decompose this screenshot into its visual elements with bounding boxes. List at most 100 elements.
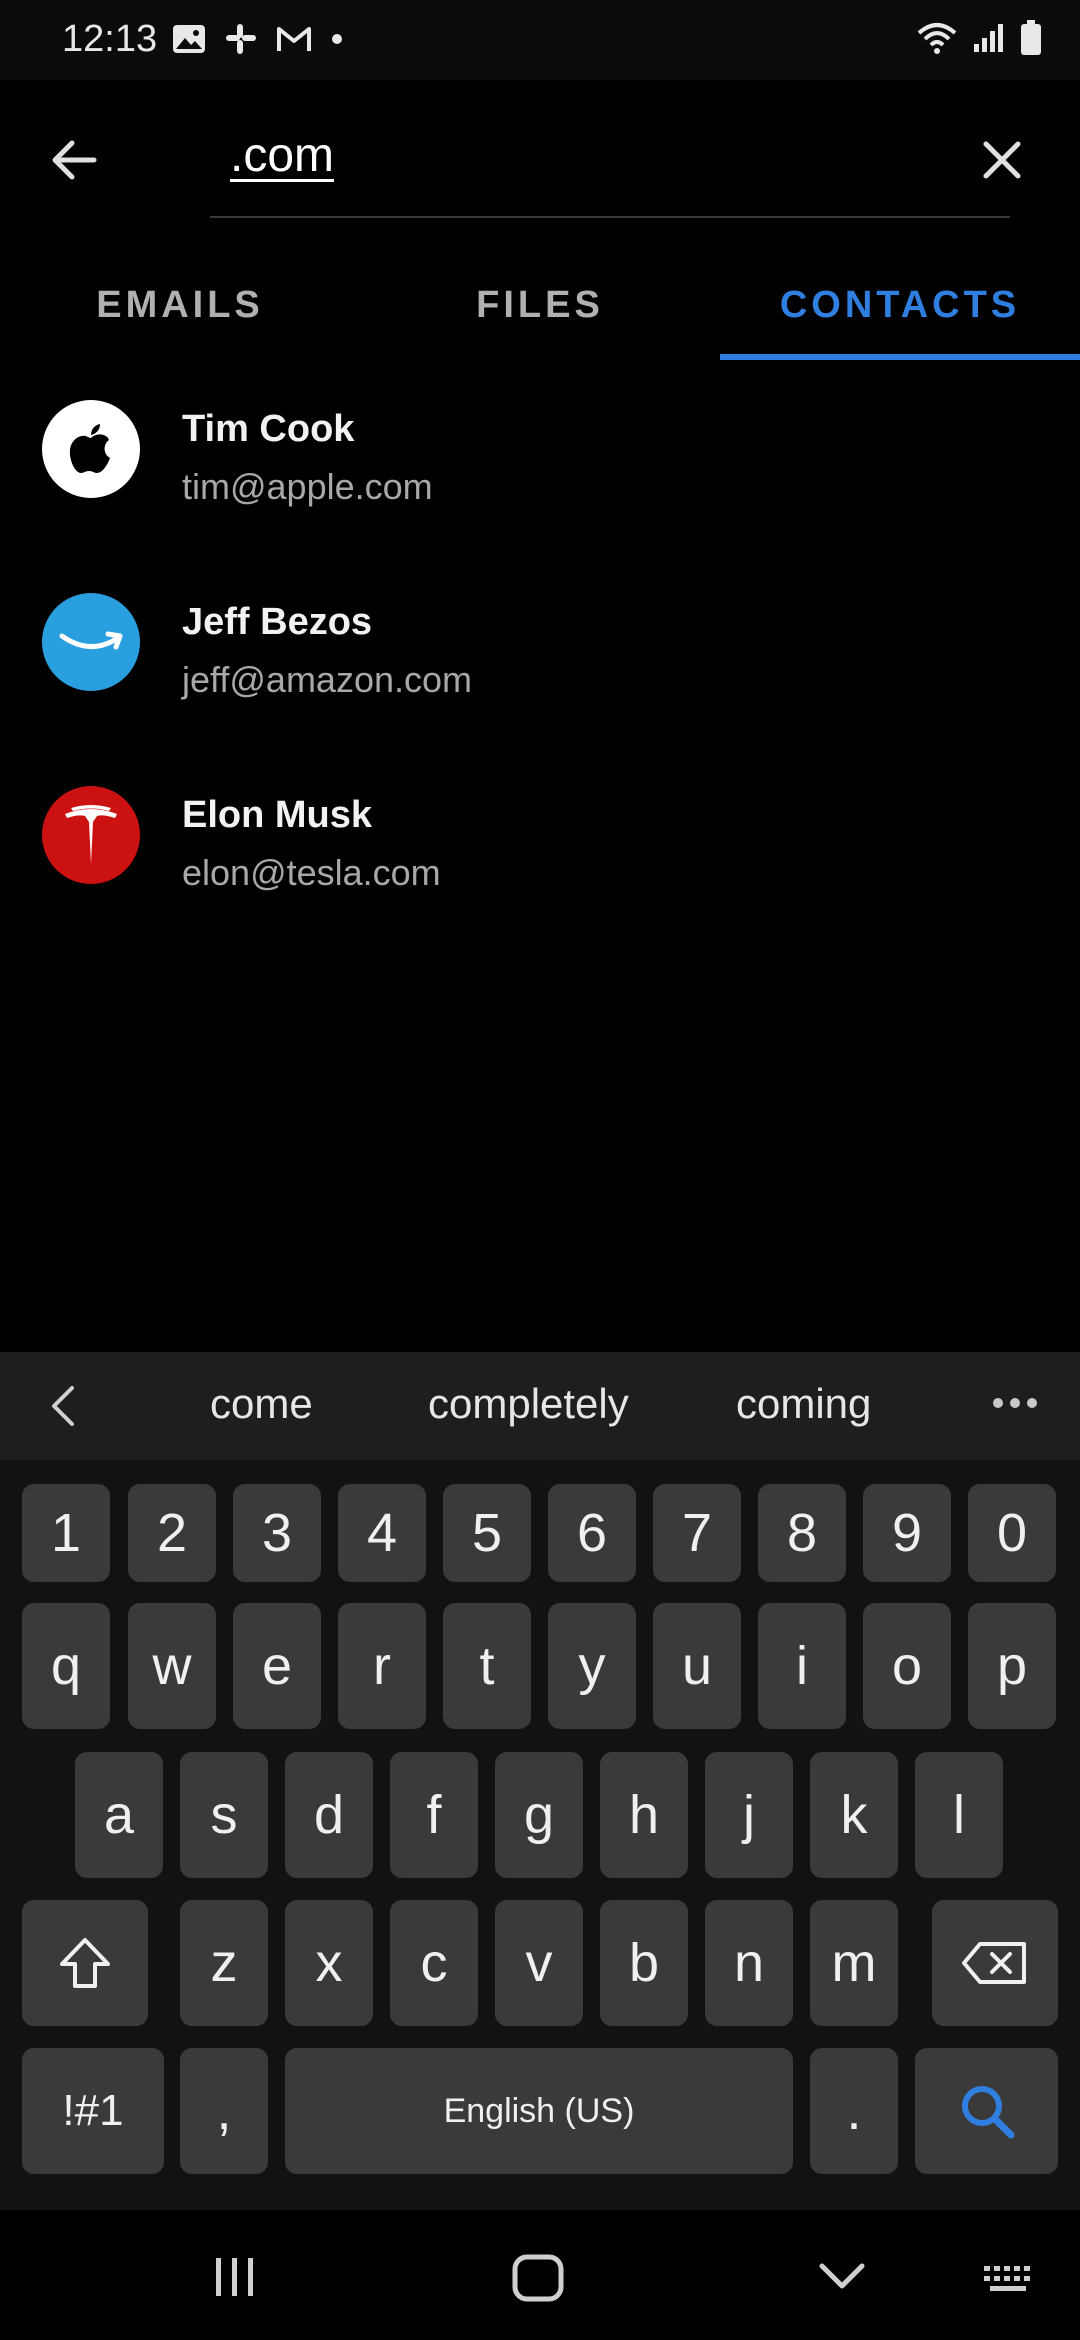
recent-apps-icon: [216, 2258, 253, 2296]
key-8[interactable]: 8: [758, 1484, 846, 1582]
arrow-left-icon: [52, 140, 97, 180]
back-button[interactable]: [46, 132, 102, 188]
key-6[interactable]: 6: [548, 1484, 636, 1582]
key-0[interactable]: 0: [968, 1484, 1056, 1582]
chevron-down-icon: [819, 2263, 865, 2289]
key-9[interactable]: 9: [863, 1484, 951, 1582]
key-c[interactable]: c: [390, 1900, 478, 2026]
key-p[interactable]: p: [968, 1603, 1056, 1729]
search-icon: [961, 2086, 1014, 2139]
slack-icon: [224, 22, 258, 56]
key-r[interactable]: r: [338, 1603, 426, 1729]
tab-contacts[interactable]: CONTACTS: [720, 250, 1080, 360]
signal-icon: [972, 22, 1006, 59]
key-n[interactable]: n: [705, 1900, 793, 2026]
home-icon: [512, 2254, 564, 2302]
recent-apps-button[interactable]: [212, 2256, 258, 2303]
key-f[interactable]: f: [390, 1752, 478, 1878]
avatar: [42, 400, 140, 498]
key-q[interactable]: q: [22, 1603, 110, 1729]
backspace-key[interactable]: [932, 1900, 1058, 2026]
key-4[interactable]: 4: [338, 1484, 426, 1582]
suggestion-bar: come completely coming: [0, 1352, 1080, 1460]
contact-email: tim@apple.com: [182, 466, 433, 507]
gmail-icon: [276, 25, 312, 53]
contact-name: Tim Cook: [182, 408, 355, 450]
key-y[interactable]: y: [548, 1603, 636, 1729]
key-d[interactable]: d: [285, 1752, 373, 1878]
status-bar: 12:13: [0, 0, 1080, 80]
system-icons: [916, 20, 1042, 61]
close-icon: [983, 141, 1021, 179]
key-k[interactable]: k: [810, 1752, 898, 1878]
key-v[interactable]: v: [495, 1900, 583, 2026]
key-3[interactable]: 3: [233, 1484, 321, 1582]
key-t[interactable]: t: [443, 1603, 531, 1729]
search-underline: [210, 216, 1010, 218]
suggestion-item[interactable]: come: [210, 1380, 313, 1428]
period-key[interactable]: .: [810, 2048, 898, 2174]
suggestion-item[interactable]: coming: [736, 1380, 871, 1428]
key-j[interactable]: j: [705, 1752, 793, 1878]
status-time: 12:13: [62, 18, 158, 60]
contact-email: elon@tesla.com: [182, 852, 441, 893]
apple-logo-icon: [69, 424, 110, 473]
hide-keyboard-button[interactable]: [818, 2262, 866, 2297]
key-b[interactable]: b: [600, 1900, 688, 2026]
wifi-icon: [916, 21, 958, 60]
more-horizontal-icon: [993, 1398, 1037, 1408]
avatar: [42, 593, 140, 691]
key-g[interactable]: g: [495, 1752, 583, 1878]
suggestion-item[interactable]: completely: [428, 1380, 629, 1428]
symbols-key[interactable]: !#1: [22, 2048, 164, 2174]
tab-emails[interactable]: EMAILS: [0, 250, 360, 360]
battery-icon: [1020, 20, 1042, 61]
key-7[interactable]: 7: [653, 1484, 741, 1582]
key-s[interactable]: s: [180, 1752, 268, 1878]
key-5[interactable]: 5: [443, 1484, 531, 1582]
key-1[interactable]: 1: [22, 1484, 110, 1582]
active-tab-indicator: [720, 354, 1080, 360]
key-2[interactable]: 2: [128, 1484, 216, 1582]
key-x[interactable]: x: [285, 1900, 373, 2026]
keyboard-switch-button[interactable]: [982, 2264, 1038, 2299]
chevron-left-icon: [52, 1386, 74, 1426]
amazon-smile-icon: [59, 631, 123, 650]
tab-files[interactable]: FILES: [360, 250, 720, 360]
space-key[interactable]: English (US): [285, 2048, 793, 2174]
contact-item[interactable]: Tim Cook tim@apple.com: [0, 386, 1080, 579]
shift-arrow-icon: [60, 1938, 110, 1988]
gallery-icon: [172, 24, 206, 54]
more-suggestions-button[interactable]: [992, 1396, 1038, 1408]
search-input[interactable]: .com: [230, 128, 334, 183]
suggestion-collapse-button[interactable]: [44, 1384, 84, 1428]
keyboard: 1 2 3 4 5 6 7 8 9 0 q w e r t y u i o p …: [0, 1460, 1080, 2210]
shift-key[interactable]: [22, 1900, 148, 2026]
contact-list: Tim Cook tim@apple.com Jeff Bezos jeff@a…: [0, 386, 1080, 965]
contact-item[interactable]: Elon Musk elon@tesla.com: [0, 772, 1080, 965]
search-key[interactable]: [915, 2048, 1058, 2174]
key-m[interactable]: m: [810, 1900, 898, 2026]
key-e[interactable]: e: [233, 1603, 321, 1729]
key-l[interactable]: l: [915, 1752, 1003, 1878]
home-button[interactable]: [512, 2254, 564, 2307]
key-w[interactable]: w: [128, 1603, 216, 1729]
key-h[interactable]: h: [600, 1752, 688, 1878]
notification-icons: [172, 22, 344, 56]
clear-search-button[interactable]: [974, 132, 1030, 188]
key-i[interactable]: i: [758, 1603, 846, 1729]
contact-item[interactable]: Jeff Bezos jeff@amazon.com: [0, 579, 1080, 772]
more-notifications-dot-icon: [330, 32, 344, 46]
contact-name: Jeff Bezos: [182, 601, 373, 643]
keyboard-icon: [984, 2266, 1030, 2291]
key-z[interactable]: z: [180, 1900, 268, 2026]
key-u[interactable]: u: [653, 1603, 741, 1729]
contact-email: jeff@amazon.com: [182, 659, 473, 700]
search-header: .com: [0, 80, 1080, 220]
tesla-logo-icon: [65, 805, 117, 864]
comma-key[interactable]: ,: [180, 2048, 268, 2174]
result-tabs: EMAILS FILES CONTACTS: [0, 250, 1080, 360]
key-o[interactable]: o: [863, 1603, 951, 1729]
avatar: [42, 786, 140, 884]
key-a[interactable]: a: [75, 1752, 163, 1878]
